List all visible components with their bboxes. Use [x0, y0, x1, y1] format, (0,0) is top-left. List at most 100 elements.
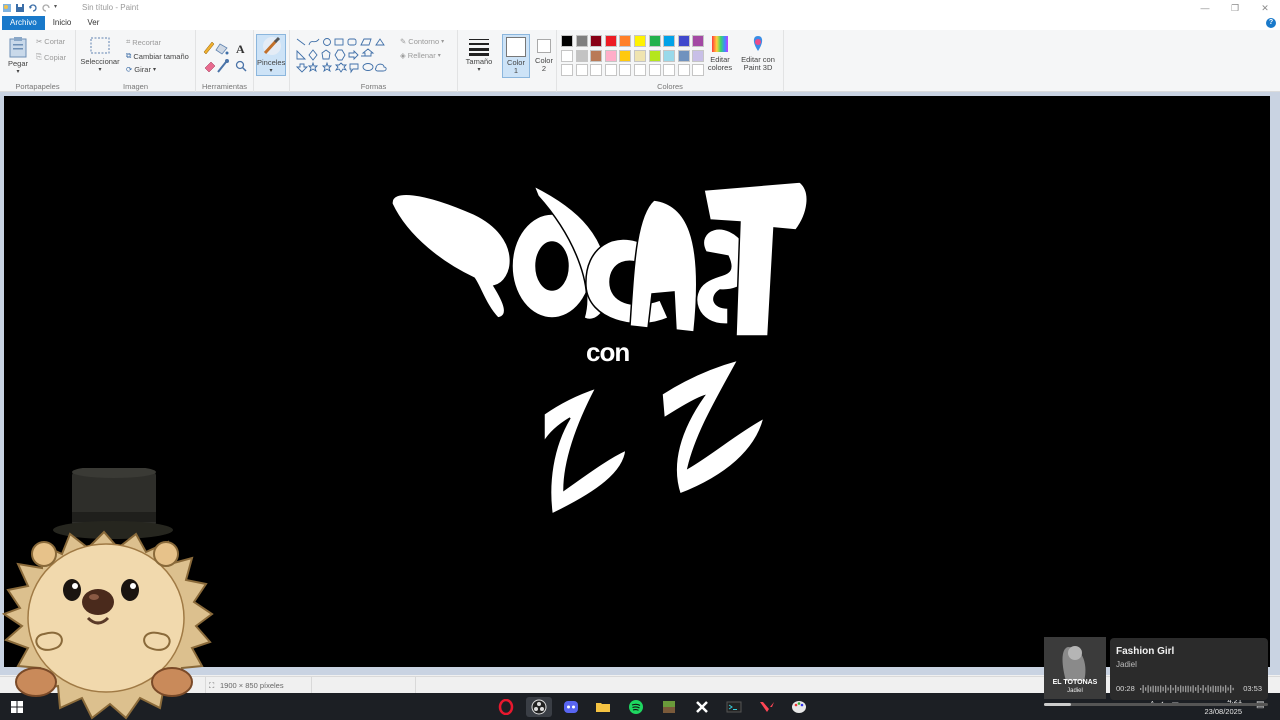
palette-swatch[interactable]: [619, 49, 632, 62]
line-size-icon: [469, 39, 489, 56]
palette-swatch[interactable]: [575, 35, 588, 47]
eraser-icon[interactable]: [204, 61, 216, 73]
taskbar-explorer[interactable]: [590, 697, 616, 717]
taskbar-obs[interactable]: [526, 697, 552, 717]
palette-swatch[interactable]: [604, 64, 617, 77]
fill-bucket-icon[interactable]: [215, 43, 229, 55]
palette-swatch[interactable]: [561, 35, 573, 47]
valorant-icon: [760, 702, 774, 712]
polygon-shape-icon: [360, 38, 372, 46]
color2-swatch: [537, 39, 551, 53]
color2-button[interactable]: Color 2: [532, 36, 556, 73]
waveform-bar: [1157, 686, 1159, 692]
tools-grid: A: [203, 41, 247, 73]
size-button[interactable]: Tamaño ▾: [462, 36, 496, 74]
media-panel: Fashion Girl Jadiel 00:28 03:53: [1110, 638, 1268, 700]
help-icon[interactable]: ?: [1266, 18, 1276, 28]
tools-group-label: Herramientas: [201, 82, 247, 91]
waveform-bar: [1185, 685, 1187, 693]
palette-swatch[interactable]: [677, 64, 690, 77]
palette-swatch[interactable]: [692, 35, 705, 47]
window-title: Sin título - Paint: [82, 3, 139, 12]
rotate-button[interactable]: ⟳ Girar ▾: [126, 65, 156, 74]
palette-swatch[interactable]: [604, 35, 617, 47]
palette-swatch[interactable]: [619, 64, 632, 77]
taskbar-capcut[interactable]: [689, 697, 715, 717]
palette-swatch[interactable]: [604, 49, 617, 62]
clipboard-group-label: Portapapeles: [15, 82, 60, 91]
palette-swatch[interactable]: [590, 35, 603, 47]
magnifier-icon[interactable]: [235, 60, 247, 72]
select-button[interactable]: Seleccionar ▾: [80, 36, 120, 74]
taskbar-discord[interactable]: [558, 697, 584, 717]
discord-icon: [564, 701, 578, 713]
palette-swatch[interactable]: [648, 35, 661, 47]
playback-progress-fill: [1044, 703, 1071, 706]
palette-swatch[interactable]: [677, 35, 690, 47]
palette-swatch[interactable]: [561, 64, 573, 77]
taskbar-terminal[interactable]: [721, 697, 747, 717]
copy-button[interactable]: ⎘ Copiar: [36, 52, 66, 62]
taskbar-paint[interactable]: [786, 697, 812, 717]
playback-progress[interactable]: [1044, 703, 1268, 706]
palette-swatch[interactable]: [619, 35, 632, 47]
file-size: [312, 677, 416, 694]
brushes-button[interactable]: Pinceles ▾: [256, 34, 286, 76]
waveform-bar: [1140, 688, 1142, 690]
waveform-bar: [1217, 686, 1219, 692]
resize-button[interactable]: ⧉ Cambiar tamaño: [126, 51, 189, 61]
color1-button[interactable]: Color 1: [502, 34, 530, 78]
minimize-button[interactable]: —: [1190, 0, 1220, 16]
song-title: Fashion Girl: [1116, 646, 1175, 657]
resize-label: Cambiar tamaño: [133, 51, 189, 61]
palette-swatch[interactable]: [648, 64, 661, 77]
palette-swatch[interactable]: [663, 64, 676, 77]
text-icon[interactable]: A: [236, 42, 245, 56]
pencil-icon[interactable]: [203, 41, 215, 55]
palette-swatch[interactable]: [692, 64, 705, 77]
waveform-bar: [1212, 685, 1214, 693]
color-picker-icon[interactable]: [217, 59, 229, 73]
palette-swatch[interactable]: [663, 35, 676, 47]
select-icon: [90, 37, 110, 54]
palette-swatch[interactable]: [648, 49, 661, 62]
arrow-right-shape-icon: [348, 49, 359, 61]
image-group: Seleccionar ▾ ⌗ Recortar ⧉ Cambiar tamaño …: [76, 30, 196, 92]
taskbar-minecraft[interactable]: [656, 697, 682, 717]
palette-swatch[interactable]: [575, 49, 588, 62]
palette-swatch[interactable]: [663, 49, 676, 62]
palette-swatch[interactable]: [634, 49, 646, 62]
paste-button[interactable]: Pegar ▾: [4, 36, 32, 76]
palette-swatch[interactable]: [634, 64, 646, 77]
tab-archivo[interactable]: Archivo: [2, 16, 45, 30]
close-button[interactable]: ✕: [1250, 0, 1280, 16]
edit-colors-button[interactable]: Editar colores: [707, 34, 733, 72]
outline-button[interactable]: ✎ Contorno ▾: [400, 37, 444, 46]
maximize-button[interactable]: ❐: [1220, 0, 1250, 16]
cut-button[interactable]: ✂ Cortar: [36, 37, 65, 46]
media-flyout[interactable]: EL TOTONAS Jadiel Fashion Girl Jadiel 00…: [1044, 637, 1270, 707]
shapes-group-label: Formas: [360, 82, 387, 91]
palette-swatch[interactable]: [561, 49, 573, 62]
waveform-bar: [1167, 687, 1169, 691]
palette-swatch[interactable]: [677, 49, 690, 62]
shapes-gallery[interactable]: [294, 36, 394, 76]
waveform-bar: [1170, 685, 1172, 693]
taskbar-valorant[interactable]: [754, 697, 780, 717]
palette-swatch[interactable]: [692, 49, 705, 62]
tab-ver[interactable]: Ver: [79, 16, 107, 30]
brushes-label: Pinceles: [257, 58, 286, 67]
waveform-bar: [1172, 687, 1174, 691]
taskbar-opera[interactable]: [493, 697, 519, 717]
title-bar: ▾ Sin título - Paint — ❐ ✕: [0, 0, 1280, 16]
crop-button[interactable]: ⌗ Recortar: [126, 37, 161, 47]
palette-swatch[interactable]: [590, 64, 603, 77]
palette-swatch[interactable]: [590, 49, 603, 62]
palette-swatch[interactable]: [575, 64, 588, 77]
taskbar-spotify[interactable]: [623, 697, 649, 717]
waveform-bar: [1227, 687, 1229, 691]
fill-button[interactable]: ◈ Rellenar ▾: [400, 51, 441, 60]
palette-swatch[interactable]: [634, 35, 646, 47]
tab-inicio[interactable]: Inicio: [45, 16, 80, 30]
edit-paint3d-button[interactable]: Editar con Paint 3D: [738, 34, 778, 72]
